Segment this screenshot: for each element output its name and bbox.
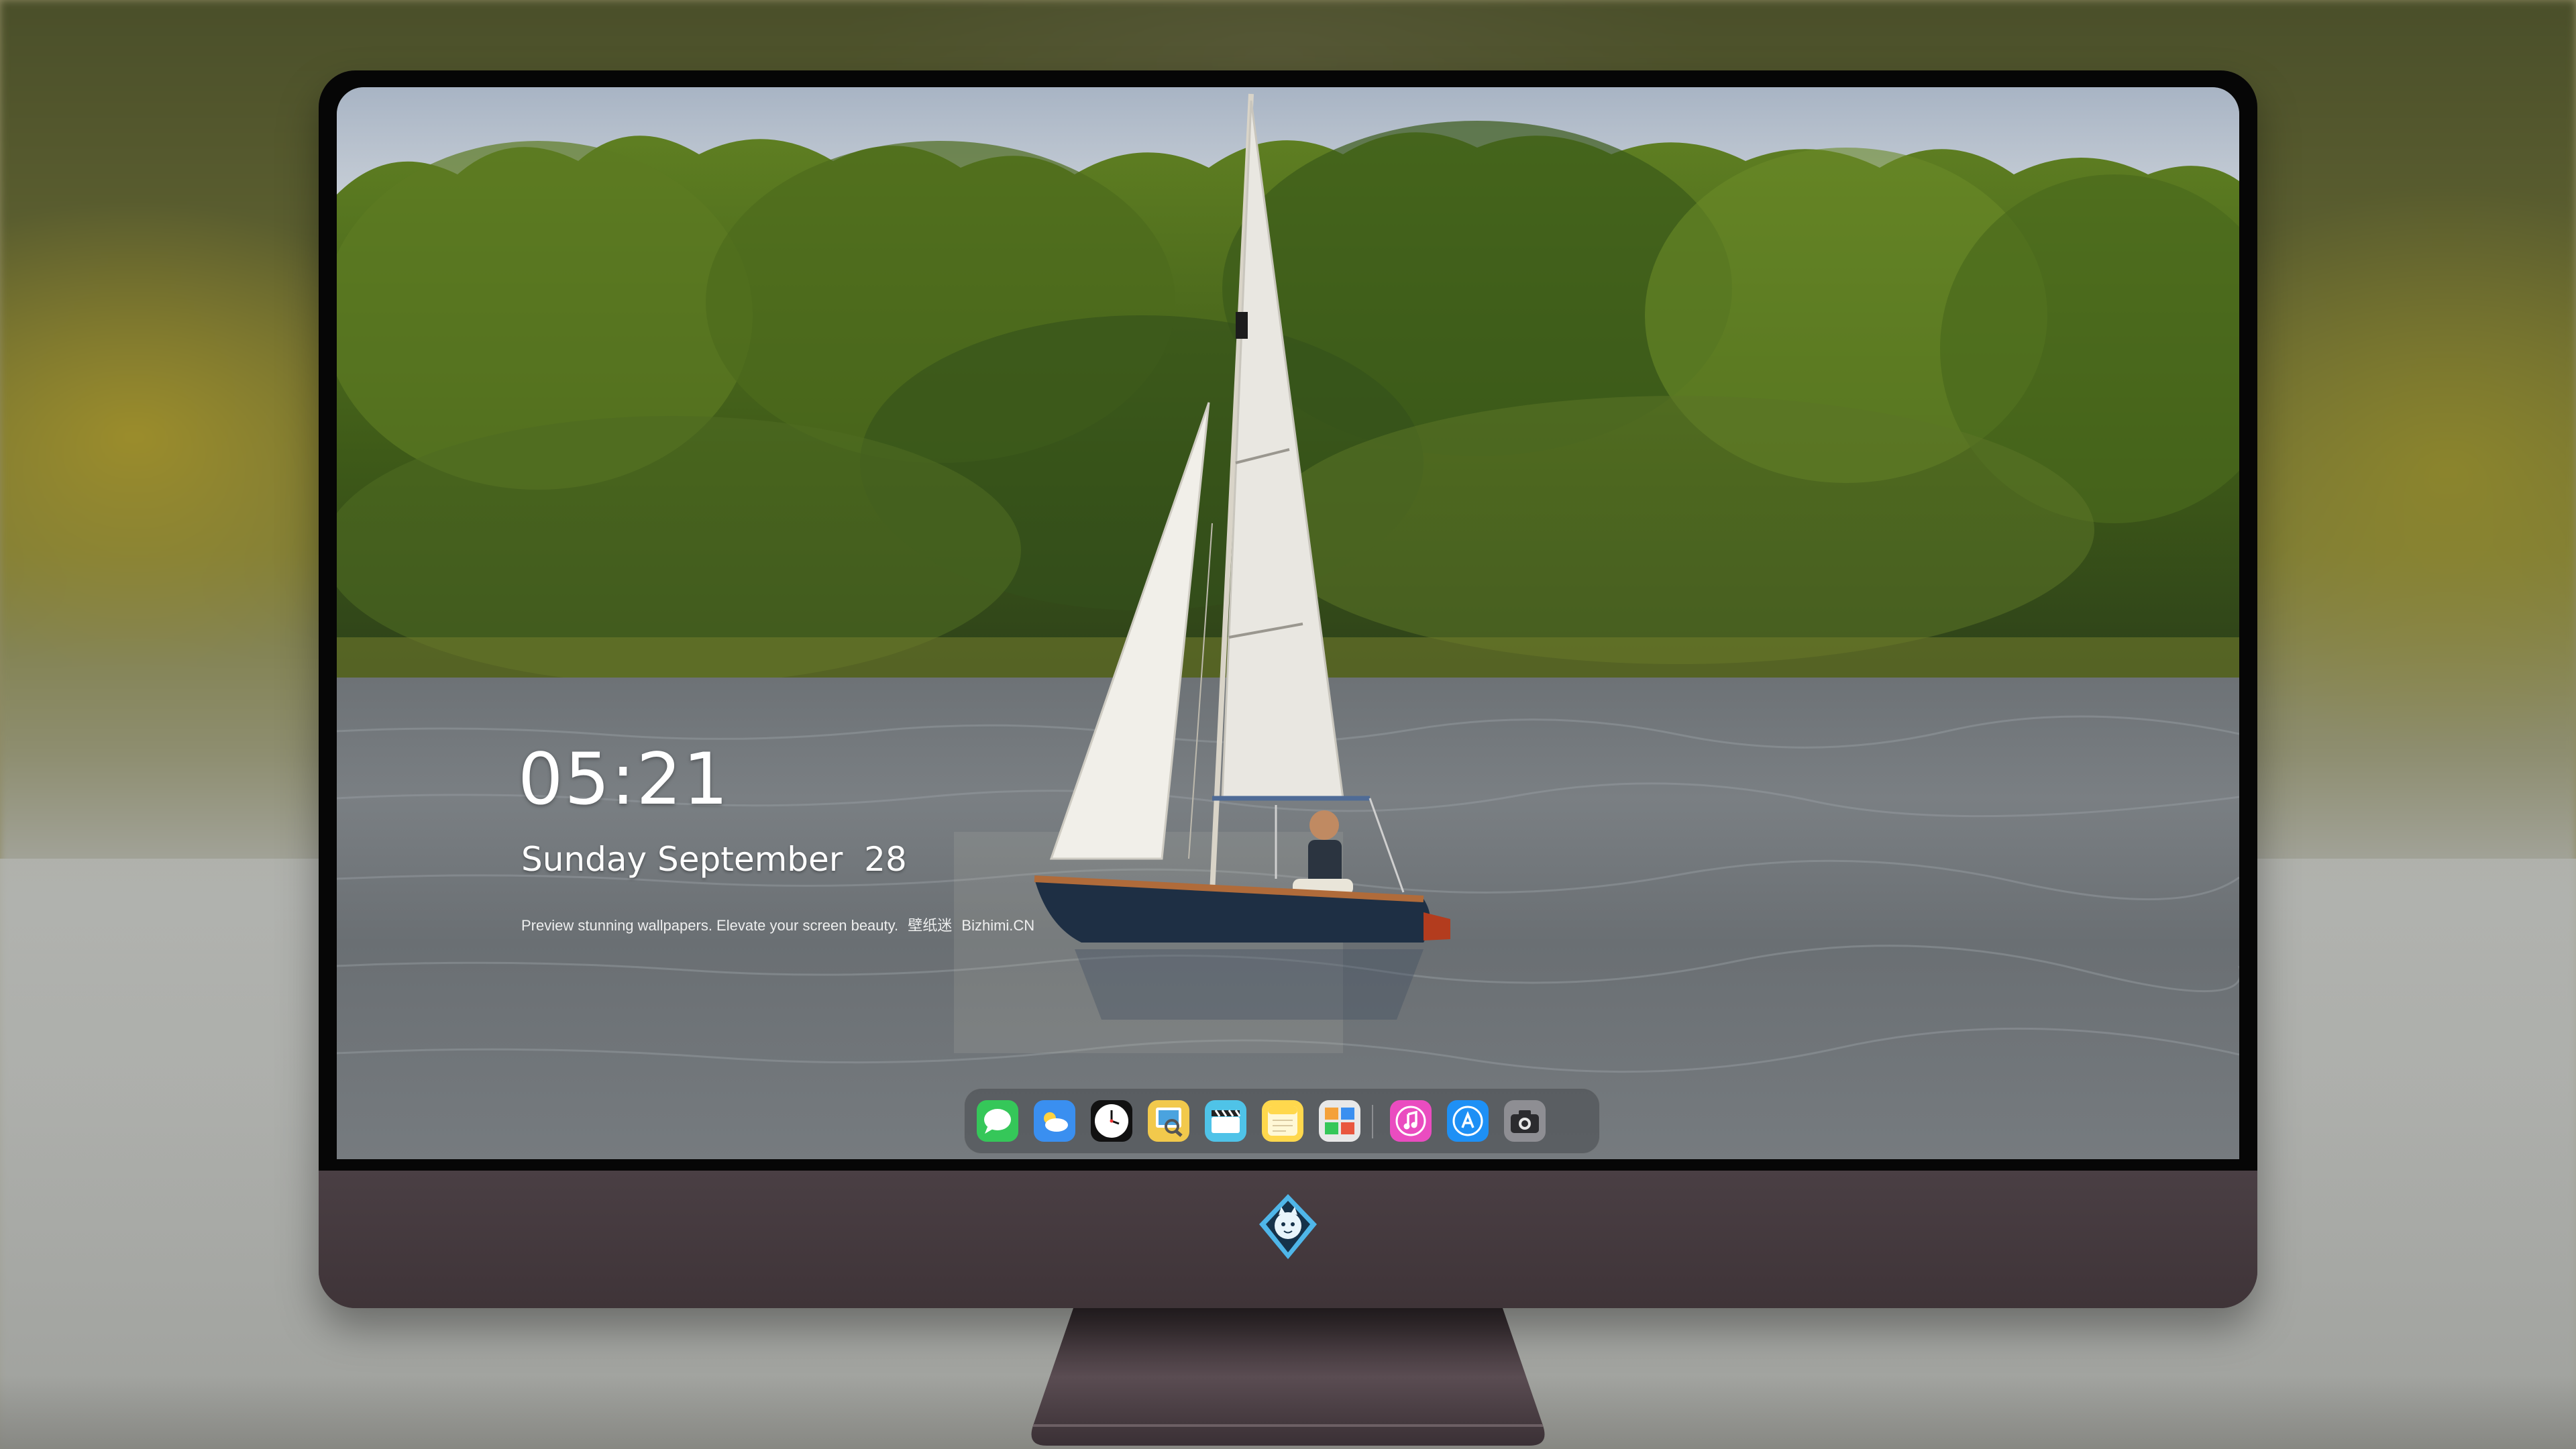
notes-icon[interactable] xyxy=(1262,1100,1303,1142)
brand-logo-icon xyxy=(1259,1194,1317,1259)
camera-icon[interactable] xyxy=(1504,1100,1546,1142)
monitor-stand xyxy=(1031,1308,1545,1446)
lock-screen-time: 05:21 xyxy=(518,738,730,820)
dock xyxy=(964,1088,1600,1154)
tagline-site-link[interactable]: Bizhimi.CN xyxy=(961,917,1034,934)
monitor: 05:21 Sunday September 28 Preview stunni… xyxy=(319,70,2257,1308)
dock-divider xyxy=(1372,1105,1373,1138)
lock-screen[interactable]: 05:21 Sunday September 28 Preview stunni… xyxy=(337,87,2239,1159)
clock-icon[interactable] xyxy=(1091,1100,1132,1142)
lock-screen-date: Sunday September 28 xyxy=(521,840,907,879)
music-icon[interactable] xyxy=(1390,1100,1432,1142)
tagline-cn: 壁纸迷 xyxy=(908,917,953,934)
wallpaper-tagline: Preview stunning wallpapers. Elevate you… xyxy=(521,914,1040,935)
app-store-icon[interactable] xyxy=(1447,1100,1489,1142)
monitor-bezel: 05:21 Sunday September 28 Preview stunni… xyxy=(319,70,2257,1171)
preview-icon[interactable] xyxy=(1148,1100,1189,1142)
messages-icon[interactable] xyxy=(977,1100,1018,1142)
tagline-text: Preview stunning wallpapers. Elevate you… xyxy=(521,917,899,934)
gallery-icon[interactable] xyxy=(1319,1100,1360,1142)
clapperboard-icon[interactable] xyxy=(1205,1100,1246,1142)
weather-icon[interactable] xyxy=(1034,1100,1075,1142)
sailboat xyxy=(1034,93,1450,1020)
